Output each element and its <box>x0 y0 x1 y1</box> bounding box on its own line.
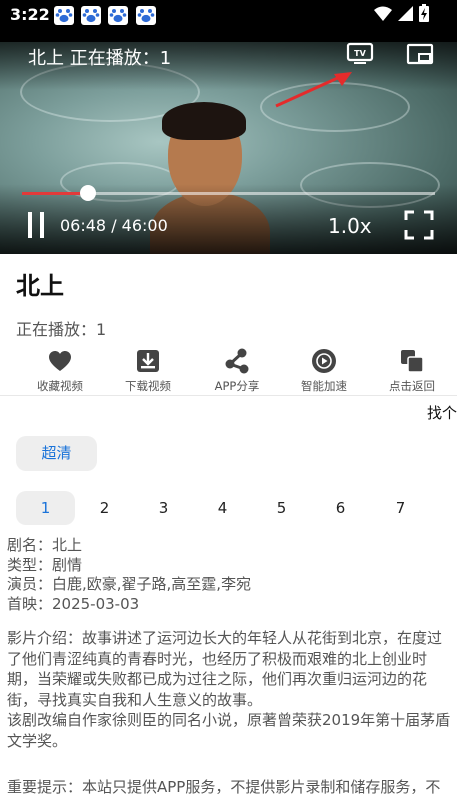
progress-thumb[interactable] <box>80 185 97 201</box>
baidu-paw-icon <box>54 6 74 25</box>
svg-text:TV: TV <box>354 49 366 58</box>
episode-item[interactable]: 2 <box>75 491 134 525</box>
red-arrow-annotation <box>270 70 354 114</box>
meta-name: 剧名：北上 <box>7 536 83 554</box>
back-label: 点击返回 <box>389 379 435 393</box>
action-bar: 收藏视频 下载视频 APP分享 智能加速 点击返回 <box>0 348 457 394</box>
status-bar: 3:22 <box>0 0 457 30</box>
tv-cast-icon[interactable]: TV <box>346 42 374 70</box>
accelerate-label: 智能加速 <box>301 379 347 393</box>
meta-cast: 演员：白鹿,欧豪,翟子路,高至霆,李宛 <box>7 575 252 593</box>
play-circle-icon <box>311 348 337 378</box>
share-label: APP分享 <box>214 379 260 393</box>
episode-item[interactable]: 7 <box>371 491 430 525</box>
episode-item[interactable]: 3 <box>134 491 193 525</box>
time-display: 06:48 / 46:00 <box>60 216 168 235</box>
speed-button[interactable]: 1.0x <box>328 214 372 238</box>
episode-item[interactable]: 1 <box>16 491 75 525</box>
wifi-icon <box>374 6 392 25</box>
share-icon <box>224 348 250 378</box>
video-player[interactable]: 北上 正在播放：1 TV 06:48 / 46:00 1.0x <box>0 30 457 254</box>
baidu-paw-icon <box>108 6 128 25</box>
baidu-paw-icon <box>136 6 156 25</box>
fullscreen-icon[interactable] <box>404 210 434 244</box>
heart-icon <box>48 350 72 376</box>
back-button[interactable]: 点击返回 <box>367 350 457 394</box>
favorite-button[interactable]: 收藏视频 <box>15 350 105 394</box>
signal-icon <box>398 5 413 25</box>
description: 影片介绍：故事讲述了运河边长大的年轻人从花街到北京，在度过了他们青涩纯真的青春时… <box>7 628 453 751</box>
description-intro: 影片介绍：故事讲述了运河边长大的年轻人从花街到北京，在度过了他们青涩纯真的青春时… <box>7 629 443 709</box>
copy-icon <box>400 349 424 377</box>
meta-genre: 类型：剧情 <box>7 555 83 574</box>
player-title: 北上 正在播放：1 <box>28 48 172 69</box>
show-meta: 剧名：北上 类型：剧情 演员：白鹿,欧豪,翟子路,高至霆,李宛 首映：2025-… <box>7 536 251 614</box>
notice-text: 重要提示：本站只提供APP服务，不提供影片录制和储存服务，不 <box>7 778 441 796</box>
meta-premiere: 首映：2025-03-03 <box>7 594 140 613</box>
download-button[interactable]: 下载视频 <box>103 350 193 394</box>
episode-item[interactable]: 4 <box>193 491 252 525</box>
picture-in-picture-icon[interactable] <box>406 42 434 70</box>
quality-button[interactable]: 超清 <box>16 436 97 471</box>
share-button[interactable]: APP分享 <box>192 348 282 394</box>
progress-fill <box>22 192 89 195</box>
find-link[interactable]: 找个 <box>427 402 457 423</box>
download-icon <box>136 349 160 377</box>
show-title: 北上 <box>16 272 64 300</box>
divider <box>0 395 457 396</box>
download-label: 下载视频 <box>125 379 171 393</box>
episode-item[interactable]: 5 <box>252 491 311 525</box>
clock: 3:22 <box>10 5 50 24</box>
baidu-paw-icon <box>81 6 101 25</box>
now-playing-label: 正在播放：1 <box>16 320 107 339</box>
pause-button[interactable] <box>26 212 46 238</box>
accelerate-button[interactable]: 智能加速 <box>279 348 369 394</box>
favorite-label: 收藏视频 <box>37 379 83 393</box>
episode-item[interactable]: 6 <box>311 491 370 525</box>
description-source: 该剧改编自作家徐则臣的同名小说，原著曾荣获2019年第十届茅盾文学奖。 <box>7 711 451 750</box>
battery-charging-icon <box>419 4 429 26</box>
